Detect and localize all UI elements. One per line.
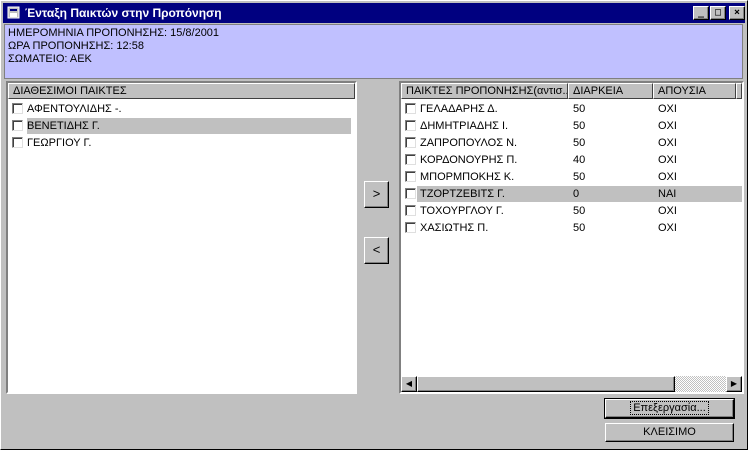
absence-cell: ΝΑΙ xyxy=(658,188,677,200)
maximize-button[interactable]: □ xyxy=(710,6,726,20)
available-player-row[interactable]: ΑΦΕΝΤΟΥΛΙΔΗΣ -. xyxy=(8,101,351,117)
duration-cell: 40 xyxy=(573,154,586,166)
absence-cell: ΟΧΙ xyxy=(658,222,677,234)
training-players-list[interactable]: ΠΑΙΚΤΕΣ ΠΡΟΠΟΝΗΣΗΣ(αντισ... ΔΙΑΡΚΕΙΑ ΑΠΟ… xyxy=(399,81,744,394)
available-players-list[interactable]: ΔΙΑΘΕΣΙΜΟΙ ΠΑΙΚΤΕΣ ΑΦΕΝΤΟΥΛΙΔΗΣ -. ΒΕΝΕΤΙ… xyxy=(6,81,357,394)
available-players-header[interactable]: ΔΙΑΘΕΣΙΜΟΙ ΠΑΙΚΤΕΣ xyxy=(8,83,355,99)
absence-cell: ΟΧΙ xyxy=(658,137,677,149)
add-player-button[interactable]: > xyxy=(364,181,389,208)
edit-button[interactable]: Επεξεργασία... xyxy=(604,398,735,419)
absence-cell: ΟΧΙ xyxy=(658,171,677,183)
title-bar[interactable]: Ένταξη Παικτών στην Προπόνηση _ □ × xyxy=(3,3,745,23)
absence-cell: ΟΧΙ xyxy=(658,120,677,132)
scroll-left-icon[interactable]: ◀ xyxy=(401,376,417,392)
training-date: ΗΜΕΡΟΜΗΝΙΑ ΠΡΟΠΟΝΗΣΗΣ: 15/8/2001 xyxy=(8,27,220,39)
absence-cell: ΟΧΙ xyxy=(658,154,677,166)
player-name: ΒΕΝΕΤΙΔΗΣ Γ. xyxy=(27,118,351,134)
edit-button-label: Επεξεργασία... xyxy=(630,401,709,415)
player-name: ΑΦΕΝΤΟΥΛΙΔΗΣ -. xyxy=(27,103,122,115)
training-player-row[interactable]: ΓΕΛΑΔΑΡΗΣ Δ. 50 ΟΧΙ xyxy=(401,101,742,117)
player-checkbox[interactable] xyxy=(405,171,416,182)
remove-player-button[interactable]: < xyxy=(364,237,389,264)
player-name: ΓΕΩΡΓΙΟΥ Γ. xyxy=(27,137,92,149)
player-checkbox[interactable] xyxy=(405,154,416,165)
duration-cell: 50 xyxy=(573,120,586,132)
player-name: ΜΠΟΡΜΠΟΚΗΣ Κ. xyxy=(420,171,515,183)
training-time: ΩΡΑ ΠΡΟΠΟΝΗΣΗΣ: 12:58 xyxy=(8,40,144,52)
duration-cell: 50 xyxy=(573,103,586,115)
close-button[interactable]: ΚΛΕΙΣΙΜΟ xyxy=(605,423,734,442)
training-player-row[interactable]: ΜΠΟΡΜΠΟΚΗΣ Κ. 50 ΟΧΙ xyxy=(401,169,742,185)
column-header-filler xyxy=(736,83,742,99)
player-checkbox[interactable] xyxy=(405,188,416,199)
player-name: ΔΗΜΗΤΡΙΑΔΗΣ Ι. xyxy=(420,120,509,132)
training-info-panel: ΗΜΕΡΟΜΗΝΙΑ ΠΡΟΠΟΝΗΣΗΣ: 15/8/2001 ΩΡΑ ΠΡΟ… xyxy=(4,24,743,79)
player-checkbox[interactable] xyxy=(12,120,23,131)
training-player-row[interactable]: ΤΖΟΡΤΖΕΒΙΤΣ Γ. 0 ΝΑΙ xyxy=(401,186,742,202)
player-name: ΓΕΛΑΔΑΡΗΣ Δ. xyxy=(420,103,498,115)
duration-cell: 50 xyxy=(573,222,586,234)
scrollbar-thumb[interactable] xyxy=(417,376,675,392)
duration-cell: 50 xyxy=(573,137,586,149)
close-button-label: ΚΛΕΙΣΙΜΟ xyxy=(643,426,696,438)
column-header-duration[interactable]: ΔΙΑΡΚΕΙΑ xyxy=(568,83,653,99)
absence-cell: ΟΧΙ xyxy=(658,103,677,115)
player-name: ΧΑΣΙΩΤΗΣ Π. xyxy=(420,222,489,234)
player-checkbox[interactable] xyxy=(405,205,416,216)
duration-cell: 50 xyxy=(573,171,586,183)
window-title: Ένταξη Παικτών στην Προπόνηση xyxy=(25,6,222,20)
available-player-row[interactable]: ΓΕΩΡΓΙΟΥ Γ. xyxy=(8,135,351,151)
player-checkbox[interactable] xyxy=(12,103,23,114)
player-checkbox[interactable] xyxy=(405,120,416,131)
training-player-row[interactable]: ΔΗΜΗΤΡΙΑΔΗΣ Ι. 50 ΟΧΙ xyxy=(401,118,742,134)
player-checkbox[interactable] xyxy=(405,137,416,148)
available-player-row[interactable]: ΒΕΝΕΤΙΔΗΣ Γ. xyxy=(8,118,351,134)
player-name: ΤΖΟΡΤΖΕΒΙΤΣ Γ. xyxy=(420,188,505,200)
training-player-row[interactable]: ΚΟΡΔΟΝΟΥΡΗΣ Π. 40 ΟΧΙ xyxy=(401,152,742,168)
duration-cell: 0 xyxy=(573,188,580,200)
column-header-absence[interactable]: ΑΠΟΥΣΙΑ xyxy=(653,83,736,99)
training-player-row[interactable]: ΤΟΧΟΥΡΓΛΟΥ Γ. 50 ΟΧΙ xyxy=(401,203,742,219)
player-checkbox[interactable] xyxy=(405,103,416,114)
player-name: ΚΟΡΔΟΝΟΥΡΗΣ Π. xyxy=(420,154,518,166)
training-club: ΣΩΜΑΤΕΙΟ: ΑΕΚ xyxy=(8,53,92,65)
duration-cell: 50 xyxy=(573,205,586,217)
scroll-right-icon[interactable]: ▶ xyxy=(726,376,742,392)
minimize-button[interactable]: _ xyxy=(693,6,709,20)
horizontal-scrollbar[interactable]: ◀ ▶ xyxy=(401,376,742,392)
close-window-button[interactable]: × xyxy=(729,6,745,20)
training-player-row[interactable]: ΧΑΣΙΩΤΗΣ Π. 50 ΟΧΙ xyxy=(401,220,742,236)
player-name: ΤΟΧΟΥΡΓΛΟΥ Γ. xyxy=(420,205,504,217)
player-checkbox[interactable] xyxy=(405,222,416,233)
training-player-row[interactable]: ΖΑΠΡΟΠΟΥΛΟΣ Ν. 50 ΟΧΙ xyxy=(401,135,742,151)
player-checkbox[interactable] xyxy=(12,137,23,148)
app-icon xyxy=(7,6,20,19)
column-header-players[interactable]: ΠΑΙΚΤΕΣ ΠΡΟΠΟΝΗΣΗΣ(αντισ... xyxy=(401,83,568,99)
absence-cell: ΟΧΙ xyxy=(658,205,677,217)
main-window: Ένταξη Παικτών στην Προπόνηση _ □ × ΗΜΕΡ… xyxy=(0,0,748,450)
player-name: ΖΑΠΡΟΠΟΥΛΟΣ Ν. xyxy=(420,137,518,149)
